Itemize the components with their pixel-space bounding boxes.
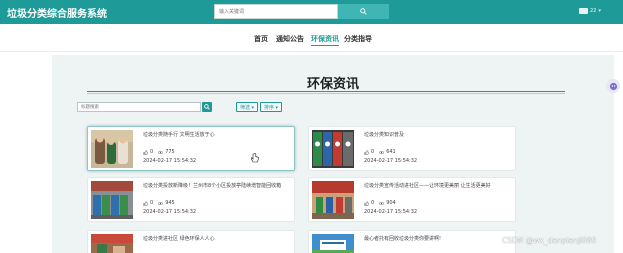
news-date: 2024-02-17 15:54:32 (364, 158, 418, 164)
news-title[interactable]: 垃圾分类宣传活动进社区——让环境更美丽 让生活更美好 (364, 182, 491, 189)
eye-icon (158, 150, 164, 154)
sort-dropdown[interactable]: 排序 ▾ (260, 102, 282, 112)
news-stats: 0 904 (364, 200, 396, 206)
news-title[interactable]: 最心者托有回收垃圾分类你要讲啊! (364, 235, 441, 242)
eye-icon (158, 201, 164, 205)
news-title[interactable]: 垃圾分类随手行 文明生活放于心 (143, 131, 215, 138)
news-stats: 0 641 (364, 149, 396, 155)
header-search (214, 4, 389, 19)
filter-search-button[interactable] (202, 102, 212, 112)
nav-home[interactable]: 首页 (254, 34, 268, 44)
news-thumbnail (91, 181, 133, 219)
chevron-down-icon: ▾ (598, 8, 601, 14)
news-stats: 0 775 (143, 149, 175, 155)
nav-notices[interactable]: 通知公告 (276, 34, 304, 44)
news-date: 2024-02-17 15:54:32 (143, 209, 197, 215)
hand-cursor-icon (251, 153, 259, 163)
news-thumbnail (312, 234, 354, 253)
like-count: 0 (371, 149, 375, 155)
news-title[interactable]: 垃圾分类知识普及 (364, 131, 404, 138)
watermark-text: CSDN @wx_danpianji889 (502, 236, 597, 245)
title-divider-light (87, 93, 565, 94)
eye-icon (379, 201, 385, 205)
news-thumbnail (91, 130, 133, 168)
news-card[interactable]: 垃圾分类知识普及 0 641 2024-02-17 15:54:32 (308, 126, 516, 171)
avatar (579, 8, 588, 14)
thumb-up-icon (143, 200, 148, 206)
main-nav: 首页 通知公告 环保资讯 分类指导 (0, 24, 623, 52)
filter-dropdown[interactable]: 筛选 ▾ (236, 102, 258, 112)
search-button[interactable] (338, 4, 389, 19)
news-title[interactable]: 垃圾分类投放新降级！兰州市8个小区投放亭陆续增智能回收箱 (143, 182, 281, 189)
page-title: 环保资讯 (306, 77, 359, 92)
search-icon (360, 8, 367, 15)
like-count: 0 (371, 200, 375, 206)
like-count: 0 (150, 200, 154, 206)
assistant-widget[interactable] (606, 79, 620, 93)
nav-sorting-guide[interactable]: 分类指导 (344, 34, 372, 44)
thumb-up-icon (364, 149, 369, 155)
user-name: 22 (590, 8, 597, 14)
nav-eco-news[interactable]: 环保资讯 (311, 34, 339, 46)
view-count: 945 (165, 200, 175, 206)
news-card[interactable]: 垃圾分类随手行 文明生活放于心 0 775 2024-02-17 15:54:3… (87, 126, 295, 171)
view-count: 775 (165, 149, 175, 155)
news-card[interactable]: 垃圾分类投放新降级！兰州市8个小区投放亭陆续增智能回收箱 0 945 2024-… (87, 177, 295, 222)
search-input[interactable] (214, 4, 338, 19)
thumb-up-icon (143, 149, 148, 155)
user-menu[interactable]: 22 ▾ (579, 6, 601, 16)
view-count: 641 (386, 149, 396, 155)
news-date: 2024-02-17 15:54:32 (364, 209, 418, 215)
news-date: 2024-02-17 15:54:32 (143, 158, 197, 164)
news-stats: 0 945 (143, 200, 175, 206)
news-card[interactable]: 垃圾分类进社区 绿色环保人人心 (87, 230, 295, 253)
news-card[interactable]: 垃圾分类宣传活动进社区——让环境更美丽 让生活更美好 0 904 2024-02… (308, 177, 516, 222)
news-thumbnail (312, 181, 354, 219)
eye-icon (379, 150, 385, 154)
news-thumbnail (91, 234, 133, 253)
title-search-input[interactable] (77, 102, 201, 112)
app-title: 垃圾分类综合服务系统 (7, 9, 107, 20)
search-icon (204, 104, 210, 110)
view-count: 904 (386, 200, 396, 206)
content-panel: 环保资讯 筛选 ▾ 排序 ▾ 垃圾分类随手行 文明生活放于心 0 775 (52, 55, 614, 253)
news-thumbnail (312, 130, 354, 168)
like-count: 0 (150, 149, 154, 155)
title-divider (87, 91, 565, 92)
top-bar: 垃圾分类综合服务系统 22 ▾ (0, 0, 623, 24)
news-card[interactable]: 最心者托有回收垃圾分类你要讲啊! (308, 230, 516, 253)
news-title[interactable]: 垃圾分类进社区 绿色环保人人心 (143, 235, 215, 242)
thumb-up-icon (364, 200, 369, 206)
assistant-icon (609, 82, 617, 90)
